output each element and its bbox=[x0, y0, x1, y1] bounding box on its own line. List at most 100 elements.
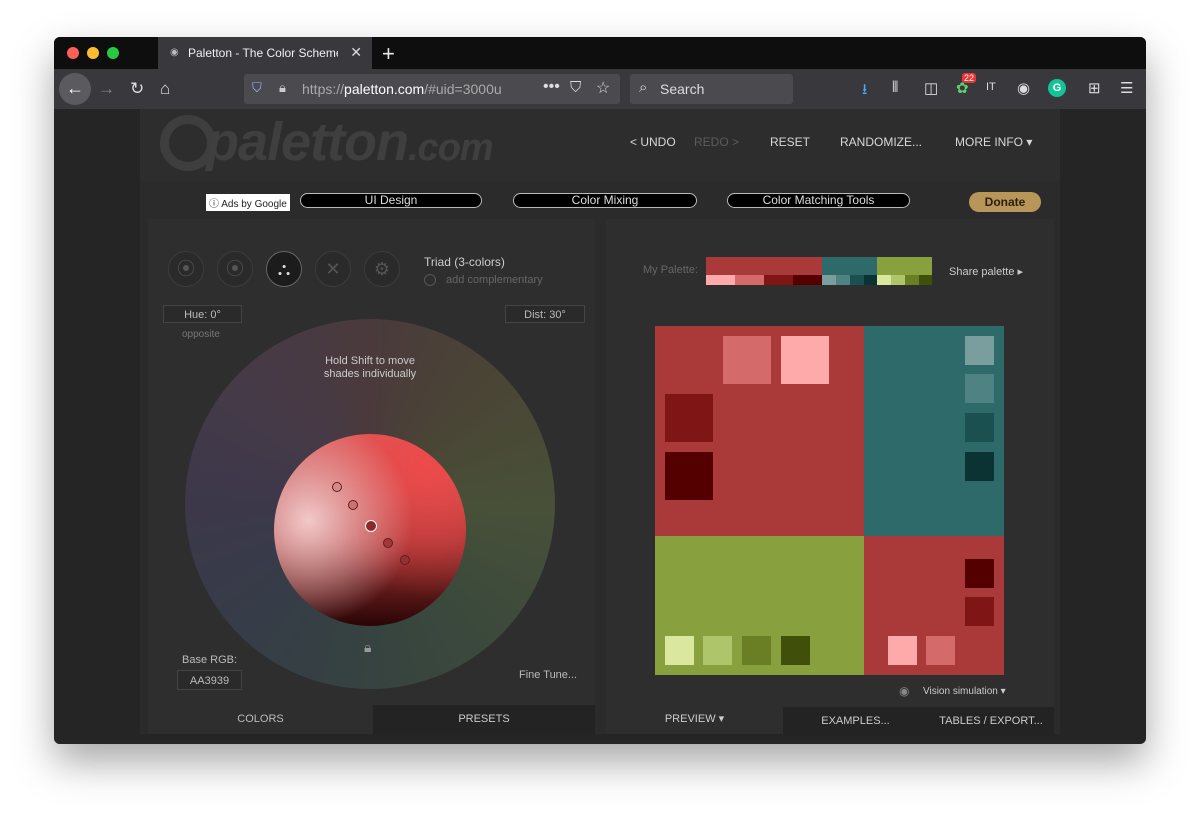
shade-swatch[interactable] bbox=[965, 374, 994, 403]
palette-shade bbox=[836, 275, 850, 285]
search-icon: ⌕ bbox=[639, 79, 648, 96]
palette-shade bbox=[850, 275, 864, 285]
reset-button[interactable]: RESET bbox=[770, 135, 810, 149]
menu-icon[interactable]: ☰ bbox=[1120, 79, 1133, 97]
redo-button[interactable]: REDO > bbox=[694, 135, 739, 149]
account-icon[interactable]: ◉ bbox=[1017, 79, 1030, 97]
downloads-icon[interactable]: ⭳ bbox=[862, 79, 867, 104]
shade-swatch[interactable] bbox=[665, 452, 713, 500]
tab-paletton[interactable]: ◉ Paletton - The Color Scheme Designer ✕ bbox=[158, 37, 372, 69]
ads-by-google[interactable]: ⓘ Ads by Google bbox=[206, 194, 290, 211]
shade-selector[interactable] bbox=[274, 434, 466, 626]
new-tab-button[interactable]: + bbox=[382, 41, 395, 67]
shade-swatch[interactable] bbox=[965, 452, 994, 481]
scheme-triad-icon[interactable]: ⛬ bbox=[266, 251, 302, 287]
undo-button[interactable]: < UNDO bbox=[630, 135, 676, 149]
scheme-adjacent-icon[interactable]: ⦿ bbox=[217, 251, 253, 287]
shade-swatch[interactable] bbox=[965, 336, 994, 365]
logo[interactable]: paletton.com bbox=[206, 111, 494, 173]
randomize-button[interactable]: RANDOMIZE... bbox=[840, 135, 922, 149]
library-icon[interactable]: ⫴ bbox=[892, 79, 898, 96]
palette-shade bbox=[764, 275, 793, 285]
my-palette-strip[interactable] bbox=[706, 257, 932, 285]
url-bar[interactable]: ⛉ 🔒︎ https://paletton.com/#uid=3000u •••… bbox=[244, 74, 620, 104]
more-info-menu[interactable]: MORE INFO ▾ bbox=[955, 135, 1032, 149]
add-complementary-toggle[interactable] bbox=[424, 274, 436, 286]
pocket-icon[interactable]: ⛉ bbox=[570, 79, 581, 96]
distance-field[interactable]: Dist: 30° bbox=[505, 305, 585, 323]
donate-button[interactable]: Donate bbox=[969, 192, 1041, 212]
scheme-tetrad-icon[interactable]: ✕ bbox=[315, 251, 351, 287]
tab-tables-export[interactable]: TABLES / EXPORT... bbox=[928, 707, 1054, 736]
base-color-handle[interactable] bbox=[365, 520, 377, 532]
palette-shade bbox=[891, 275, 905, 285]
palette-primary bbox=[706, 257, 822, 275]
forward-button[interactable]: → bbox=[98, 79, 115, 99]
scheme-free-icon[interactable]: ⚙ bbox=[364, 251, 400, 287]
search-box[interactable]: ⌕ Search bbox=[630, 74, 793, 104]
base-rgb-label: Base RGB: bbox=[182, 654, 238, 666]
shade-swatch[interactable] bbox=[965, 597, 994, 626]
tab-examples[interactable]: EXAMPLES... bbox=[783, 707, 928, 736]
gift-icon[interactable]: ⊞ bbox=[1088, 79, 1101, 97]
palette-shade bbox=[822, 275, 836, 285]
share-palette-link[interactable]: Share palette ▸ bbox=[949, 265, 1023, 278]
scheme-name: Triad (3-colors) bbox=[424, 255, 505, 269]
shade-swatch[interactable] bbox=[965, 413, 994, 442]
scheme-mono-icon[interactable]: ⦿ bbox=[168, 251, 204, 287]
shade-swatch[interactable] bbox=[781, 636, 810, 665]
tab-presets[interactable]: PRESETS bbox=[373, 705, 595, 734]
close-tab-icon[interactable]: ✕ bbox=[350, 44, 362, 61]
translate-icon[interactable]: IT bbox=[986, 81, 996, 93]
lock-icon[interactable]: 🔒︎ bbox=[279, 80, 286, 96]
shade-swatch[interactable] bbox=[926, 636, 955, 665]
url-host: paletton.com bbox=[344, 81, 425, 97]
ad-link-color-matching[interactable]: Color Matching Tools bbox=[727, 193, 910, 208]
base-rgb-input[interactable]: AA3939 bbox=[177, 670, 242, 690]
reload-button[interactable]: ↻ bbox=[130, 79, 144, 99]
grammarly-icon[interactable]: G bbox=[1048, 79, 1066, 97]
hue-field[interactable]: Hue: 0° bbox=[163, 305, 242, 323]
palette-shade bbox=[905, 275, 919, 285]
shade-swatch[interactable] bbox=[888, 636, 917, 665]
ad-link-ui-design[interactable]: UI Design bbox=[300, 193, 482, 208]
ad-link-color-mixing[interactable]: Color Mixing bbox=[513, 193, 697, 208]
shade-swatch[interactable] bbox=[742, 636, 771, 665]
back-button[interactable]: ← bbox=[59, 73, 91, 105]
home-button[interactable]: ⌂ bbox=[160, 79, 170, 99]
shift-hint: Hold Shift to move shades individually bbox=[323, 355, 417, 380]
shade-swatch[interactable] bbox=[723, 336, 771, 384]
tab-colors[interactable]: COLORS bbox=[148, 705, 373, 734]
shade-swatch[interactable] bbox=[965, 559, 994, 588]
fine-tune-button[interactable]: Fine Tune... bbox=[519, 669, 577, 681]
shade-swatch[interactable] bbox=[665, 636, 694, 665]
shade-swatch[interactable] bbox=[781, 336, 829, 384]
vision-simulation-menu[interactable]: Vision simulation ▾ bbox=[923, 686, 1006, 697]
shade-handle[interactable] bbox=[332, 482, 342, 492]
nav-bar: ← → ↻ ⌂ ⛉ 🔒︎ https://paletton.com/#uid=3… bbox=[54, 69, 1146, 109]
maximize-window-button[interactable] bbox=[107, 47, 119, 59]
palette-shade bbox=[706, 275, 735, 285]
page: paletton.com < UNDO REDO > RESET RANDOMI… bbox=[54, 109, 1146, 744]
my-palette-label: My Palette: bbox=[643, 264, 699, 276]
lock-icon[interactable]: 🔒︎ bbox=[364, 639, 371, 656]
shade-handle[interactable] bbox=[383, 538, 393, 548]
url-prefix: https:// bbox=[302, 81, 345, 97]
bookmark-star-icon[interactable]: ☆ bbox=[596, 78, 610, 98]
shade-handle[interactable] bbox=[348, 500, 358, 510]
shade-handle[interactable] bbox=[400, 555, 410, 565]
tab-title: Paletton - The Color Scheme Designer bbox=[188, 46, 338, 60]
palette-shade bbox=[864, 275, 877, 285]
more-actions-icon[interactable]: ••• bbox=[543, 78, 560, 96]
shade-swatch[interactable] bbox=[703, 636, 732, 665]
shade-swatch[interactable] bbox=[665, 394, 713, 442]
shield-icon[interactable]: ⛉ bbox=[252, 80, 262, 96]
minimize-window-button[interactable] bbox=[87, 47, 99, 59]
url-text: https://paletton.com/#uid=3000u bbox=[302, 81, 512, 97]
hue-opposite-label: opposite bbox=[182, 329, 220, 340]
close-window-button[interactable] bbox=[67, 47, 79, 59]
tab-preview[interactable]: PREVIEW ▾ bbox=[606, 705, 783, 734]
sidebar-icon[interactable]: ◫ bbox=[924, 79, 938, 97]
site-header: paletton.com < UNDO REDO > RESET RANDOMI… bbox=[140, 109, 1060, 181]
tab-bar: ◉ Paletton - The Color Scheme Designer ✕… bbox=[54, 37, 1146, 69]
